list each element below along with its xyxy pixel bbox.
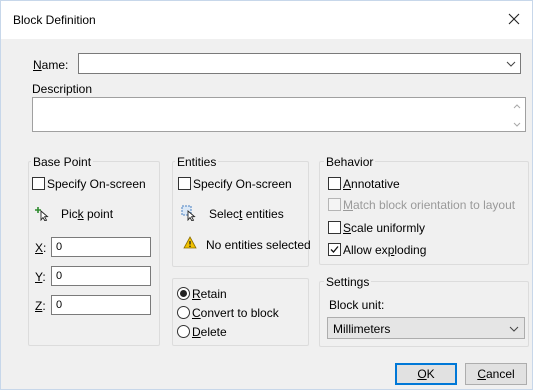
x-input[interactable] — [51, 237, 151, 257]
select-entities-icon[interactable] — [181, 205, 197, 221]
chevron-down-icon — [506, 61, 516, 67]
base-point-specify-label: Specify On-screen — [47, 177, 146, 191]
convert-to-block-label: Convert to block — [192, 306, 279, 320]
block-definition-dialog: Block Definition Name: Description Base … — [0, 0, 533, 390]
ok-button[interactable]: OK — [395, 363, 457, 385]
warning-icon — [183, 236, 197, 249]
allow-exploding-checkbox[interactable] — [328, 243, 341, 256]
match-orientation-checkbox[interactable] — [328, 198, 341, 211]
entities-status: No entities selected — [206, 238, 311, 252]
y-label: Y: — [35, 270, 46, 284]
annotative-label: Annotative — [343, 177, 400, 191]
scale-uniformly-label: Scale uniformly — [343, 221, 426, 235]
allow-exploding-label: Allow exploding — [343, 243, 427, 257]
match-orientation-label: Match block orientation to layout — [343, 198, 516, 212]
block-unit-value: Millimeters — [333, 322, 391, 336]
entities-specify-label: Specify On-screen — [193, 177, 292, 191]
z-input[interactable] — [51, 295, 151, 315]
annotative-checkbox[interactable] — [328, 177, 341, 190]
checkmark-icon — [330, 246, 339, 253]
delete-label: Delete — [192, 325, 227, 339]
cancel-button[interactable]: Cancel — [465, 363, 527, 385]
select-entities-label[interactable]: Select entities — [209, 207, 284, 221]
block-unit-label: Block unit: — [329, 298, 385, 312]
retain-radio[interactable] — [177, 287, 190, 300]
description-scrollbar[interactable] — [510, 99, 524, 130]
retain-label: Retain — [192, 287, 227, 301]
close-icon[interactable] — [504, 9, 524, 29]
z-label: Z: — [35, 299, 46, 313]
name-combobox[interactable] — [78, 53, 521, 74]
x-label: X: — [35, 241, 47, 255]
pick-point-label[interactable]: Pick point — [61, 207, 113, 221]
retain-radio-dot — [180, 290, 187, 297]
y-input[interactable] — [51, 266, 151, 286]
chevron-down-icon — [509, 326, 519, 332]
base-point-specify-checkbox[interactable] — [32, 177, 45, 190]
convert-to-block-radio[interactable] — [177, 306, 190, 319]
entities-label: Entities — [175, 155, 219, 169]
description-input[interactable] — [32, 97, 526, 132]
name-label: Name: — [33, 58, 69, 72]
description-label: Description — [32, 82, 93, 96]
base-point-label: Base Point — [31, 155, 94, 169]
title-bar: Block Definition — [1, 1, 532, 39]
pick-point-icon[interactable] — [33, 205, 51, 221]
delete-radio[interactable] — [177, 325, 190, 338]
behavior-label: Behavior — [324, 155, 376, 169]
settings-label: Settings — [324, 275, 372, 289]
entities-specify-checkbox[interactable] — [178, 177, 191, 190]
dialog-title: Block Definition — [13, 13, 96, 27]
scale-uniformly-checkbox[interactable] — [328, 221, 341, 234]
block-unit-select[interactable]: Millimeters — [327, 317, 525, 339]
